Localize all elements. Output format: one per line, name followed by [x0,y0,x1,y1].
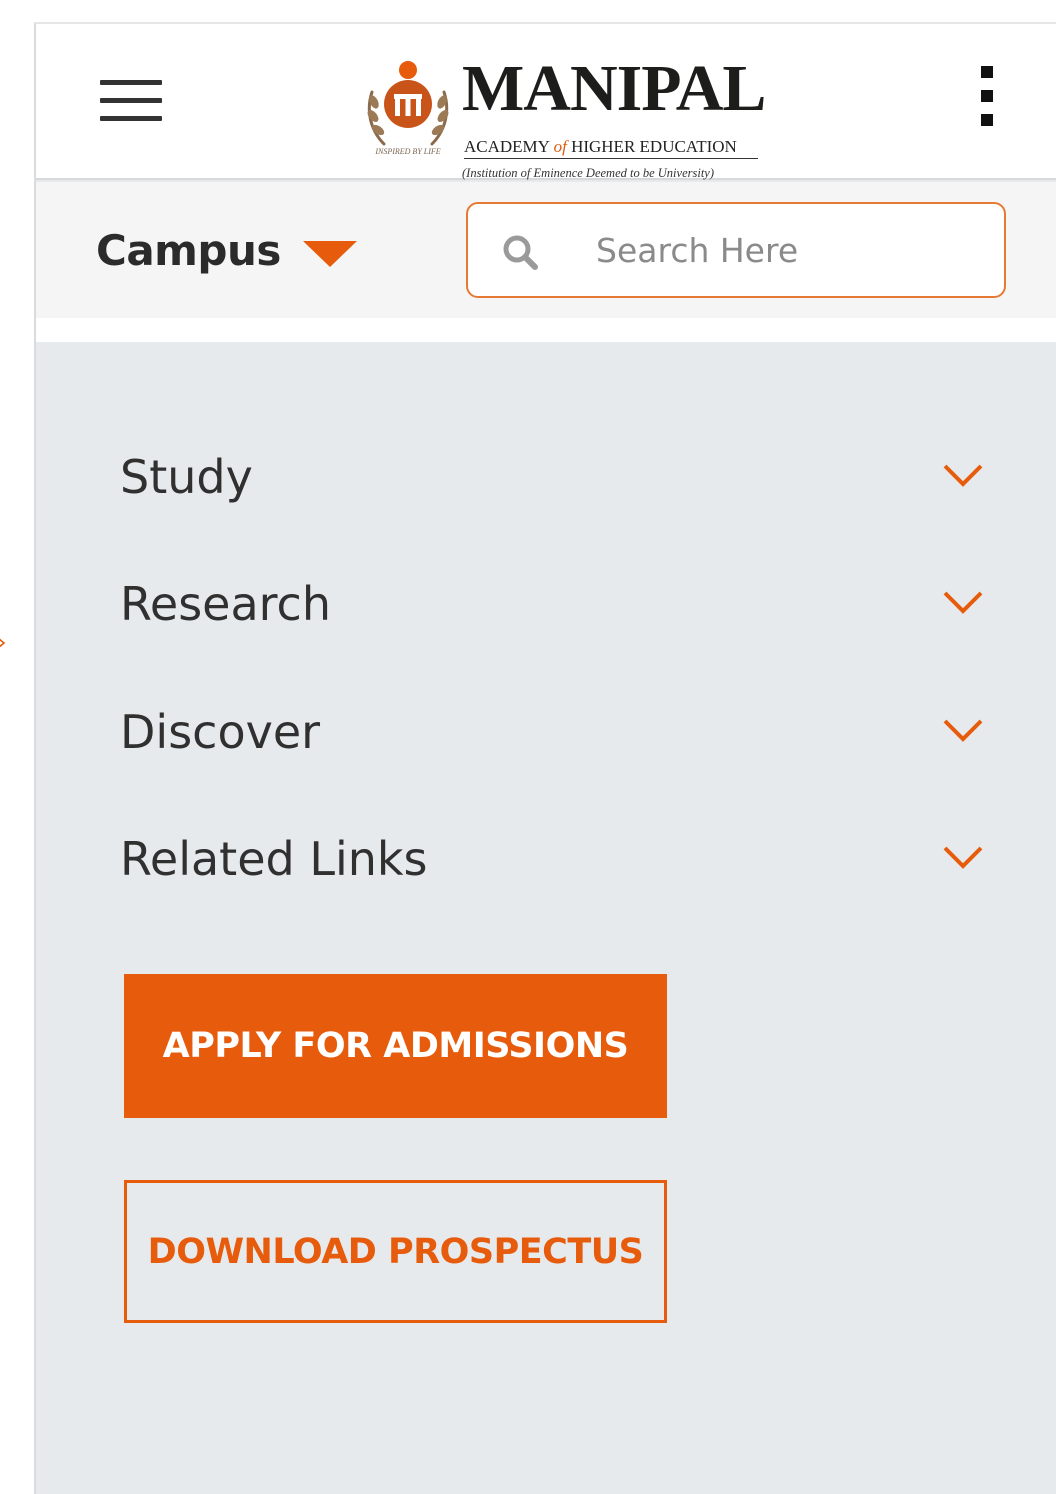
hamburger-menu-icon[interactable] [100,80,162,124]
manipal-logo[interactable]: INSPIRED BY LIFE MANIPAL ACADEMY of HIGH… [362,52,766,180]
chevron-right-icon [0,638,6,648]
campus-label: Campus [96,225,281,275]
kebab-menu-icon[interactable] [976,64,998,130]
logo-tagline: (Institution of Eminence Deemed to be Un… [462,166,715,180]
apply-for-admissions-button[interactable]: APPLY FOR ADMISSIONS [124,974,667,1118]
chevron-down-icon[interactable] [942,587,984,617]
chevron-down-icon[interactable] [942,460,984,490]
logo-emblem-icon: INSPIRED BY LIFE [367,61,449,156]
menu-item-label: Related Links [120,832,428,886]
logo-title: MANIPAL [462,52,766,125]
menu-item-label: Discover [120,705,321,759]
app-screen: INSPIRED BY LIFE MANIPAL ACADEMY of HIGH… [34,22,1056,1494]
caret-down-icon [302,241,357,267]
chevron-down-icon[interactable] [942,842,984,872]
menu-item-label: Study [120,450,253,504]
campus-dropdown[interactable]: Campus [96,222,357,278]
app-header: INSPIRED BY LIFE MANIPAL ACADEMY of HIGH… [36,24,1056,180]
campus-search-bar: Campus [36,182,1056,318]
search-icon[interactable] [500,232,540,272]
search-input[interactable] [596,222,976,278]
download-prospectus-button[interactable]: DOWNLOAD PROSPECTUS [124,1180,667,1323]
logo-subtitle: ACADEMY of HIGHER EDUCATION [464,138,758,159]
divider-strip [36,318,1056,342]
chevron-down-icon[interactable] [942,715,984,745]
menu-item-label: Research [120,577,331,631]
menu-item-related-links[interactable]: Related Links [36,802,1056,912]
menu-item-discover[interactable]: Discover [36,675,1056,785]
svg-text:INSPIRED BY LIFE: INSPIRED BY LIFE [374,147,440,156]
search-box[interactable] [466,202,1006,298]
menu-item-study[interactable]: Study [36,420,1056,530]
menu-item-research[interactable]: Research [36,547,1056,657]
